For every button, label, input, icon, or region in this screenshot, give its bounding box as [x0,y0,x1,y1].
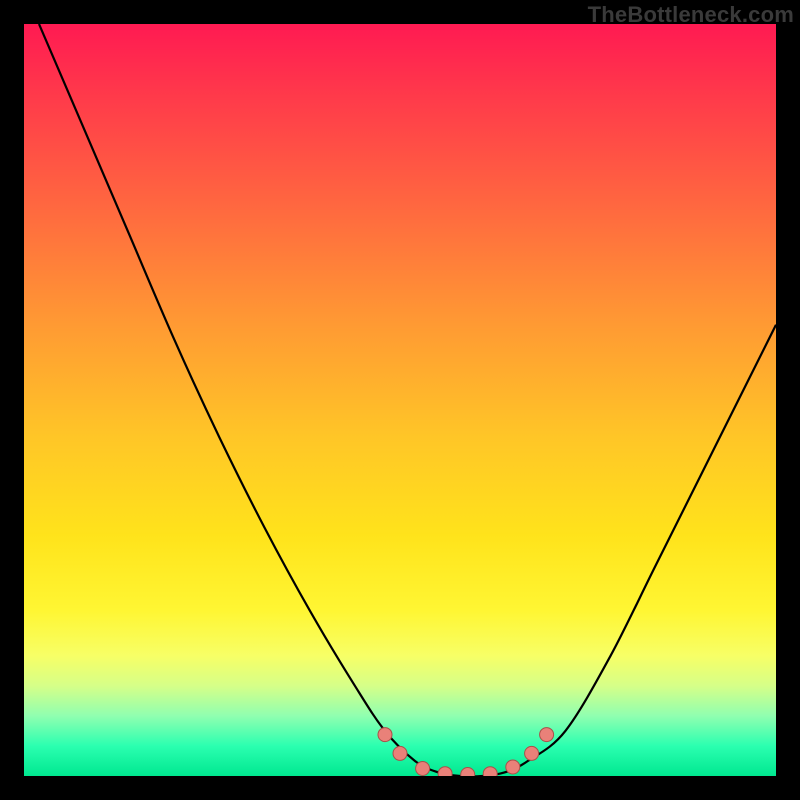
marker-dot [416,762,430,776]
marker-dot [506,760,520,774]
curve-path [39,24,776,776]
chart-overlay-svg [24,24,776,776]
marker-dot [483,767,497,776]
marker-dot [540,728,554,742]
plot-area [24,24,776,776]
marker-dot [438,767,452,776]
marker-dot [393,746,407,760]
marker-dot [461,768,475,777]
marker-dot [525,746,539,760]
watermark-label: TheBottleneck.com [588,2,794,28]
chart-frame: TheBottleneck.com [0,0,800,800]
marker-dot [378,728,392,742]
highlight-markers [378,728,554,776]
bottleneck-curve [39,24,776,776]
